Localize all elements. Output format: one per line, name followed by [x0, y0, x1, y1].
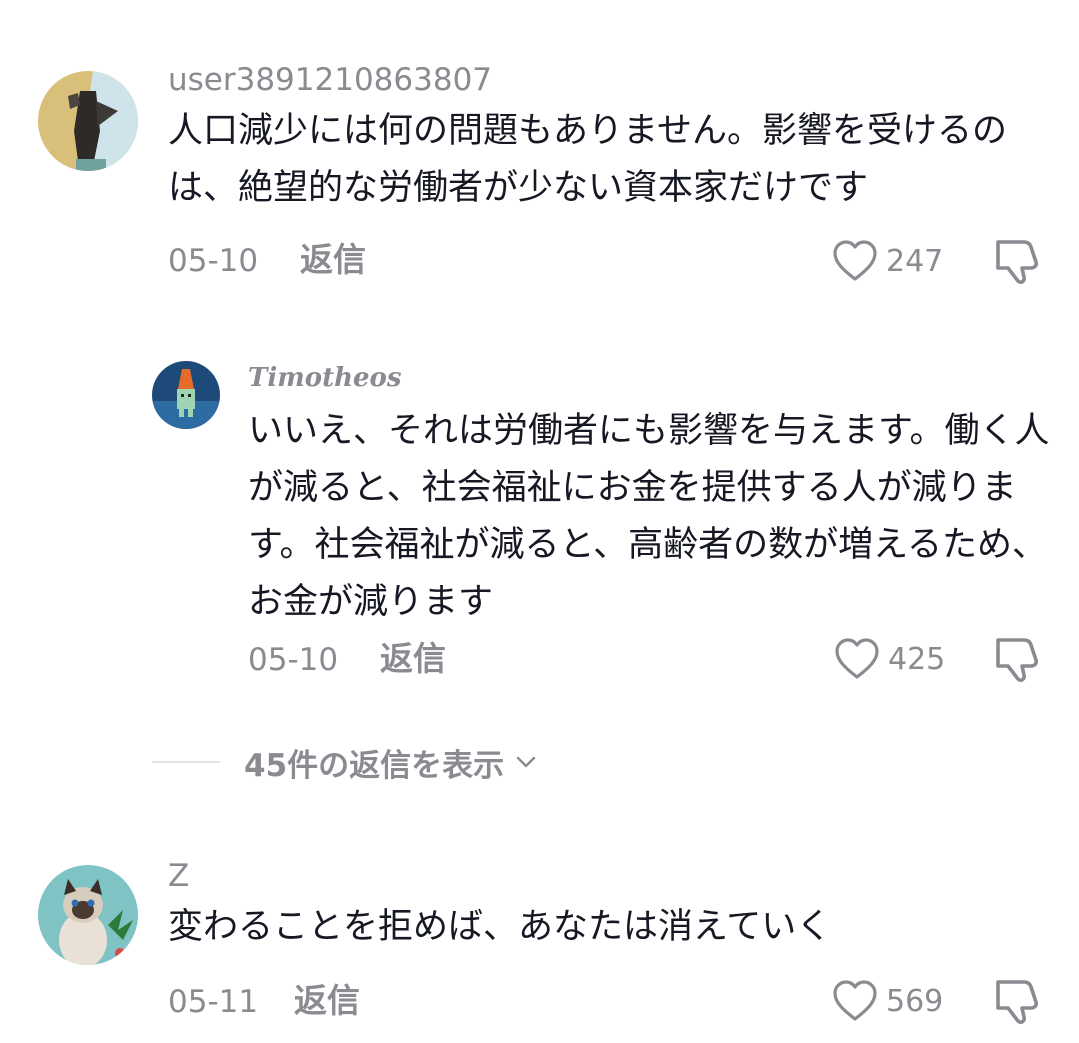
reply-button[interactable]: 返信 — [294, 981, 360, 1021]
statue-of-liberty-avatar-icon — [38, 71, 138, 171]
avatar[interactable] — [38, 71, 138, 171]
heart-icon — [833, 240, 877, 281]
like-count: 569 — [886, 983, 944, 1019]
chevron-down-icon — [516, 756, 536, 768]
view-replies-button[interactable]: 45件の返信を表示 — [152, 742, 538, 784]
reply-button[interactable]: 返信 — [300, 240, 366, 280]
heart-icon — [833, 980, 877, 1021]
thumbs-down-icon — [996, 638, 1038, 682]
comment-date: 05-10 — [168, 243, 259, 279]
comment-date: 05-10 — [248, 642, 339, 678]
like-button[interactable]: 247 — [832, 236, 943, 286]
like-button[interactable]: 425 — [834, 634, 945, 684]
heart-icon — [835, 638, 879, 679]
comment-text: 人口減少には何の問題もありません。影響を受けるのは、絶望的な労働者が少ない資本家… — [168, 111, 1007, 208]
like-count: 247 — [886, 243, 944, 279]
avatar[interactable] — [152, 361, 220, 429]
comment-date: 05-11 — [168, 984, 259, 1020]
view-replies-label: 45件の返信を表示 — [244, 747, 505, 784]
thumbs-down-icon — [996, 980, 1038, 1024]
dislike-button[interactable] — [994, 976, 1044, 1026]
comment-username[interactable]: user3891210863807 — [168, 60, 492, 100]
siamese-cat-avatar-icon — [38, 865, 138, 965]
comment-text: いいえ、それは労働者にも影響を与えます。働く人が減ると、社会福祉にお金を提供する… — [248, 411, 1050, 622]
dislike-button[interactable] — [994, 634, 1044, 684]
like-count: 425 — [888, 641, 946, 677]
avatar[interactable] — [38, 865, 138, 965]
comment-username[interactable]: Z — [168, 856, 189, 896]
comment-text: 変わることを拒めば、あなたは消えていく — [168, 907, 832, 947]
reply-button[interactable]: 返信 — [380, 639, 446, 679]
comment-username[interactable]: Timotheos — [248, 358, 402, 398]
divider — [152, 761, 220, 763]
pixel-character-avatar-icon — [152, 361, 220, 429]
thumbs-down-icon — [996, 240, 1038, 284]
like-button[interactable]: 569 — [832, 976, 943, 1026]
dislike-button[interactable] — [994, 236, 1044, 286]
